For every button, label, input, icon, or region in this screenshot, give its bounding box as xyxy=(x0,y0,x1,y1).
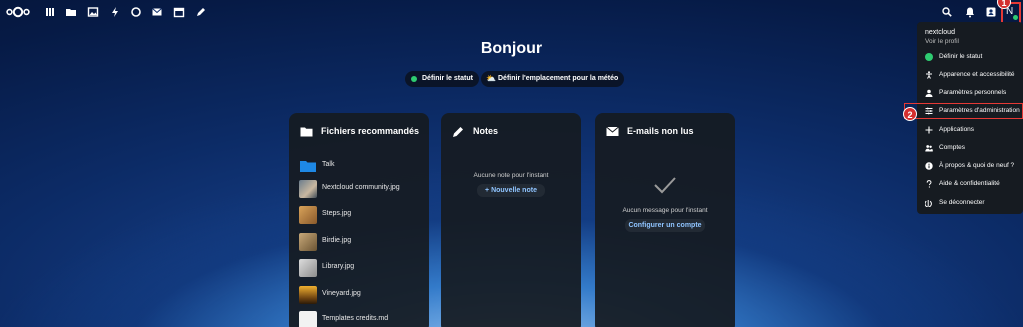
menu-item-personal-settings[interactable]: Paramètres personnels xyxy=(917,85,1023,101)
user-icon xyxy=(925,89,933,97)
files-icon[interactable] xyxy=(64,5,78,19)
notes-widget: Notes Aucune note pour l'instant + Nouve… xyxy=(441,113,581,327)
accounts-icon xyxy=(925,144,933,152)
search-icon[interactable] xyxy=(940,5,954,19)
file-name: Vineyard.jpg xyxy=(322,290,361,297)
set-status-button[interactable]: Définir le statut xyxy=(405,71,479,87)
menu-item-label: Applications xyxy=(939,126,975,133)
pencil-icon xyxy=(452,125,465,138)
file-name: Library.jpg xyxy=(322,263,355,270)
status-online-icon xyxy=(411,76,417,82)
recommended-files-widget: Fichiers recommandés Talk Nextcloud comm… xyxy=(289,113,429,327)
greeting-title: Bonjour xyxy=(480,40,543,57)
file-item[interactable]: Steps.jpg xyxy=(299,206,424,224)
file-name: Birdie.jpg xyxy=(322,237,352,244)
new-note-label: Nouvelle note xyxy=(491,187,537,194)
empty-notes-text: Aucune note pour l'instant xyxy=(473,172,549,179)
file-name: Steps.jpg xyxy=(322,210,352,217)
image-thumbnail xyxy=(299,259,317,277)
menu-item-label: À propos & quoi de neuf ? xyxy=(939,162,1015,169)
talk-icon[interactable] xyxy=(129,5,143,19)
dashboard-icon[interactable] xyxy=(43,5,57,19)
menu-item-appearance[interactable]: Apparence et accessibilité xyxy=(917,67,1023,83)
menu-item-label: Apparence et accessibilité xyxy=(939,71,1015,78)
image-thumbnail xyxy=(299,180,317,198)
notifications-icon[interactable] xyxy=(963,5,977,19)
set-status-label: Définir le statut xyxy=(422,75,473,82)
menu-item-label: Se déconnecter xyxy=(939,199,985,206)
folder-thumbnail-icon xyxy=(299,157,317,175)
menu-item-logout[interactable]: Se déconnecter xyxy=(917,195,1023,211)
weather-icon: ⛅ xyxy=(486,74,496,83)
widget-title: E-mails non lus xyxy=(627,126,694,136)
file-item[interactable]: Library.jpg xyxy=(299,259,424,277)
widget-title: Notes xyxy=(473,126,499,136)
plus-icon: + xyxy=(485,187,490,194)
configure-account-label: Configurer un compte xyxy=(628,222,702,229)
accessibility-icon xyxy=(925,71,933,79)
menu-item-set-status[interactable]: Définir le statut xyxy=(917,49,1023,65)
plus-icon xyxy=(925,126,933,134)
menu-item-admin-settings[interactable]: Paramètres d'administration xyxy=(904,103,1023,119)
photos-icon[interactable] xyxy=(86,5,100,19)
admin-settings-icon xyxy=(925,107,933,115)
step-badge-2: 2 xyxy=(903,107,917,121)
file-item-talk[interactable]: Talk xyxy=(299,157,424,175)
file-name: Talk xyxy=(322,161,335,168)
logout-icon xyxy=(925,199,933,207)
notes-pencil-icon[interactable] xyxy=(194,5,208,19)
file-item[interactable]: Nextcloud community.jpg xyxy=(299,180,424,198)
set-weather-label: Définir l'emplacement pour la météo xyxy=(498,75,619,82)
help-icon xyxy=(925,180,933,188)
nextcloud-logo-icon[interactable] xyxy=(6,5,30,19)
image-thumbnail xyxy=(299,233,317,251)
image-thumbnail xyxy=(299,286,317,304)
menu-item-label: Aide & confidentialité xyxy=(939,180,1000,187)
view-profile-link[interactable]: Voir le profil xyxy=(925,38,959,45)
file-item[interactable]: Templates credits.md xyxy=(299,311,424,327)
menu-item-help[interactable]: Aide & confidentialité xyxy=(917,176,1023,192)
empty-mail-text: Aucun message pour l'instant xyxy=(622,207,708,214)
menu-item-applications[interactable]: Applications xyxy=(917,122,1023,138)
menu-item-about[interactable]: À propos & quoi de neuf ? xyxy=(917,158,1023,174)
menu-username: nextcloud xyxy=(925,29,955,36)
user-menu: nextcloud Voir le profil Définir le stat… xyxy=(904,22,1023,214)
configure-account-button[interactable]: Configurer un compte xyxy=(625,219,705,232)
file-name: Nextcloud community.jpg xyxy=(322,184,400,191)
document-thumbnail xyxy=(299,311,317,327)
mail-icon xyxy=(606,125,619,138)
activity-icon[interactable] xyxy=(108,5,122,19)
folder-icon xyxy=(300,125,313,138)
menu-item-label: Comptes xyxy=(939,144,966,151)
status-online-icon xyxy=(925,53,933,61)
menu-item-label: Paramètres personnels xyxy=(939,89,1007,96)
set-weather-location-button[interactable]: ⛅ Définir l'emplacement pour la météo xyxy=(481,71,625,87)
online-status-dot xyxy=(1013,15,1018,20)
file-item[interactable]: Vineyard.jpg xyxy=(299,286,424,304)
unread-mail-widget: E-mails non lus Aucun message pour l'ins… xyxy=(595,113,735,327)
calendar-icon[interactable] xyxy=(172,5,186,19)
widget-title: Fichiers recommandés xyxy=(321,126,420,136)
menu-item-label: Définir le statut xyxy=(939,53,983,60)
checkmark-icon xyxy=(653,175,677,195)
new-note-button[interactable]: + Nouvelle note xyxy=(477,184,545,197)
mail-icon[interactable] xyxy=(150,5,164,19)
info-icon xyxy=(925,162,933,170)
file-item[interactable]: Birdie.jpg xyxy=(299,233,424,251)
image-thumbnail xyxy=(299,206,317,224)
file-name: Templates credits.md xyxy=(322,315,389,322)
top-bar: N xyxy=(0,0,1023,24)
menu-item-accounts[interactable]: Comptes xyxy=(917,140,1023,156)
contacts-icon[interactable] xyxy=(984,5,998,19)
menu-item-label: Paramètres d'administration xyxy=(939,107,1020,114)
